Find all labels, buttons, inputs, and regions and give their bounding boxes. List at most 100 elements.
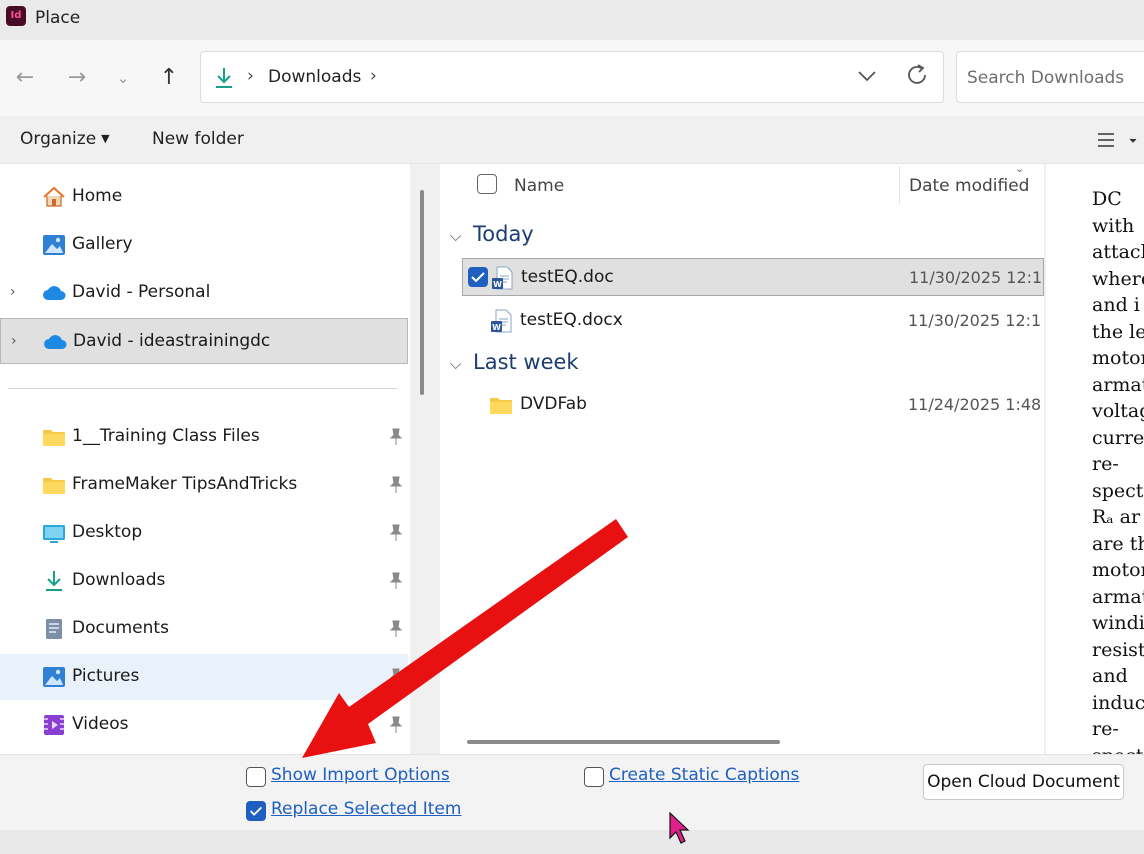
collapse-chevron-icon: ⌵: [450, 227, 462, 245]
organize-label: Organize: [20, 129, 97, 149]
checkbox-unchecked[interactable]: [246, 767, 266, 787]
caret-down-icon: ▼: [101, 132, 110, 145]
preview-line: motor: [1092, 347, 1144, 369]
recent-locations-chevron-icon[interactable]: ⌄: [107, 62, 139, 94]
file-list-horizontal-scrollbar[interactable]: [467, 740, 780, 744]
nav-item-david-personal[interactable]: › David - Personal: [0, 270, 408, 316]
preview-line: resista: [1092, 638, 1144, 661]
word-doc-icon: W: [491, 309, 512, 333]
pin-icon[interactable]: [388, 476, 404, 494]
address-row: ← → ⌄ ↑ › Downloads › Search Downloads: [0, 40, 1144, 116]
checkbox-checked[interactable]: [246, 801, 266, 821]
file-row-testeq-doc[interactable]: W testEQ.doc 11/30/2025 12:1: [462, 258, 1044, 296]
row-checkbox-checked[interactable]: [468, 267, 488, 287]
file-name: DVDFab: [520, 394, 587, 414]
folder-icon: [490, 398, 512, 414]
nav-item-home[interactable]: Home: [0, 174, 408, 220]
preview-line: and: [1092, 665, 1128, 687]
address-dropdown-chevron-icon[interactable]: [855, 64, 879, 88]
expand-chevron-icon[interactable]: ›: [11, 333, 17, 349]
preview-pane: DC with attach where and i the le motor armatu v…: [1046, 164, 1144, 754]
nav-item-pictures[interactable]: Pictures: [0, 654, 408, 700]
command-bar: Organize ▼ New folder: [0, 116, 1144, 164]
sort-chevron-icon: ⌄: [1015, 164, 1025, 175]
nav-item-downloads[interactable]: Downloads: [0, 558, 408, 604]
file-name: testEQ.doc: [521, 267, 614, 287]
checkbox-unchecked[interactable]: [584, 767, 604, 787]
view-options-icon[interactable]: [1096, 128, 1144, 154]
file-date: 11/24/2025 1:48: [908, 395, 1042, 414]
preview-line: are th: [1092, 532, 1144, 555]
nav-item-training-class-files[interactable]: 1__Training Class Files: [0, 414, 408, 460]
pin-icon[interactable]: [388, 620, 404, 638]
svg-text:W: W: [492, 323, 501, 332]
column-divider[interactable]: [899, 166, 900, 204]
nav-item-gallery[interactable]: Gallery: [0, 222, 408, 268]
preview-line: and i: [1092, 294, 1140, 316]
navigation-pane: Home Gallery › David - Personal › David …: [0, 164, 410, 754]
file-name: testEQ.docx: [520, 310, 623, 330]
nav-item-documents[interactable]: Documents: [0, 606, 408, 652]
preview-line: Rₐ ar: [1092, 506, 1141, 528]
pin-icon[interactable]: [388, 572, 404, 590]
preview-line: specti: [1092, 479, 1144, 502]
nav-item-framemaker-tipsandtricks[interactable]: FrameMaker TipsAndTricks: [0, 462, 408, 508]
file-date: 11/30/2025 12:1: [909, 268, 1043, 287]
preview-line: specti: [1092, 743, 1144, 755]
group-header-last-week[interactable]: ⌵ Last week: [450, 350, 579, 374]
address-bar[interactable]: › Downloads ›: [200, 51, 944, 103]
select-all-checkbox[interactable]: [477, 174, 497, 194]
new-folder-button[interactable]: New folder: [152, 129, 244, 149]
open-cloud-document-button[interactable]: Open Cloud Document: [923, 764, 1124, 800]
indesign-app-icon: Id: [6, 6, 26, 26]
preview-line: armatu: [1092, 585, 1144, 608]
preview-line: voltag: [1092, 400, 1144, 422]
pin-icon[interactable]: [388, 428, 404, 446]
home-icon: [43, 186, 65, 207]
title-bar: Id Place: [0, 0, 1144, 40]
expand-chevron-icon[interactable]: ›: [10, 284, 16, 300]
search-placeholder: Search Downloads: [967, 68, 1125, 88]
organize-button[interactable]: Organize ▼: [20, 129, 110, 149]
breadcrumb-separator-icon: ›: [247, 66, 254, 86]
preview-line: armatu: [1092, 373, 1144, 396]
pin-icon[interactable]: [388, 524, 404, 542]
preview-line: DC: [1092, 188, 1122, 210]
group-header-today[interactable]: ⌵ Today: [450, 222, 534, 246]
preview-line: windin: [1092, 612, 1144, 634]
back-arrow-icon[interactable]: ←: [9, 62, 41, 94]
nav-item-desktop[interactable]: Desktop: [0, 510, 408, 556]
word-doc-icon: W: [492, 266, 513, 290]
nav-item-david-ideastrainingdc[interactable]: › David - ideastrainingdc: [0, 318, 408, 364]
pictures-icon: [43, 667, 65, 687]
file-row-dvdfab[interactable]: DVDFab 11/24/2025 1:48: [462, 386, 1044, 424]
breadcrumb-separator-icon[interactable]: ›: [370, 66, 377, 86]
preview-line: curren: [1092, 426, 1144, 449]
replace-selected-item-label[interactable]: Replace Selected Item: [271, 799, 461, 819]
forward-arrow-icon[interactable]: →: [61, 62, 93, 94]
preview-line: the le: [1092, 320, 1144, 343]
column-header-date-modified[interactable]: Date modified: [909, 176, 1029, 196]
onedrive-icon: [43, 286, 66, 300]
breadcrumb-downloads[interactable]: Downloads: [268, 67, 361, 87]
place-options-bar: Show Import Options Replace Selected Ite…: [0, 754, 1144, 830]
preview-document-text: DC with attach where and i the le motor armatu v…: [1092, 186, 1144, 754]
dialog-footer-strip: [0, 830, 1144, 854]
folder-icon: [43, 478, 65, 494]
nav-item-videos[interactable]: Videos: [0, 702, 408, 748]
pin-icon[interactable]: [388, 716, 404, 734]
show-import-options-label[interactable]: Show Import Options: [271, 765, 450, 785]
search-input[interactable]: Search Downloads: [956, 51, 1144, 103]
preview-line: induct: [1092, 691, 1144, 714]
create-static-captions-label[interactable]: Create Static Captions: [609, 765, 799, 785]
file-row-testeq-docx[interactable]: W testEQ.docx 11/30/2025 12:1: [462, 302, 1044, 340]
pin-icon[interactable]: [388, 668, 404, 686]
preview-line: re-: [1092, 453, 1119, 475]
refresh-icon[interactable]: [904, 62, 930, 88]
onedrive-icon: [44, 335, 67, 349]
gallery-icon: [43, 235, 65, 255]
column-header-name[interactable]: Name: [514, 176, 564, 196]
up-arrow-icon[interactable]: ↑: [153, 62, 185, 94]
window-title: Place: [35, 8, 81, 28]
nav-scrollbar-thumb[interactable]: [420, 190, 424, 395]
